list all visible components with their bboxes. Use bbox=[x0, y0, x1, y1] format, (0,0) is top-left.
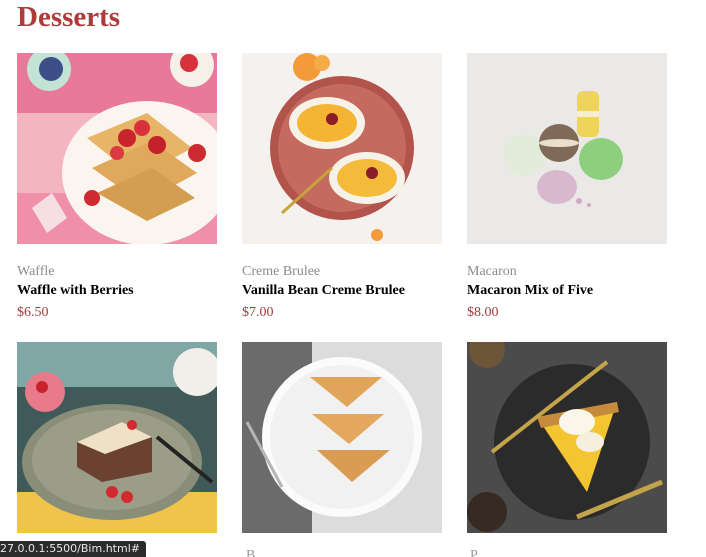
dessert-price: $7.00 bbox=[242, 305, 274, 320]
dessert-grid: Waffle Waffle with Berries $6.50 Creme B… bbox=[17, 53, 677, 553]
dessert-category: Waffle bbox=[17, 264, 55, 279]
dessert-category: Creme Brulee bbox=[242, 264, 321, 279]
dessert-category-cut-pie: P bbox=[470, 548, 478, 557]
dessert-card-baklava[interactable] bbox=[242, 342, 442, 553]
dessert-price: $6.50 bbox=[17, 305, 49, 320]
dessert-name[interactable]: Waffle with Berries bbox=[17, 282, 217, 300]
dessert-card-macaron[interactable]: Macaron Macaron Mix of Five $8.00 bbox=[467, 53, 667, 322]
link-url-tooltip: 27.0.0.1:5500/Bim.html# bbox=[0, 541, 146, 557]
tiramisu-image[interactable] bbox=[17, 342, 217, 533]
macaron-image[interactable] bbox=[467, 53, 667, 244]
dessert-card-pie[interactable] bbox=[467, 342, 667, 553]
dessert-card-creme-brulee[interactable]: Creme Brulee Vanilla Bean Creme Brulee $… bbox=[242, 53, 442, 322]
baklava-image[interactable] bbox=[242, 342, 442, 533]
dessert-page: Desserts Waffle Waffle with Berries $6.5… bbox=[0, 0, 706, 557]
dessert-name[interactable]: Macaron Mix of Five bbox=[467, 282, 667, 300]
dessert-price: $8.00 bbox=[467, 305, 499, 320]
creme-brulee-image[interactable] bbox=[242, 53, 442, 244]
dessert-category: Macaron bbox=[467, 264, 517, 279]
dessert-card-waffle[interactable]: Waffle Waffle with Berries $6.50 bbox=[17, 53, 217, 322]
dessert-name[interactable]: Vanilla Bean Creme Brulee bbox=[242, 282, 442, 300]
dessert-card-tiramisu[interactable] bbox=[17, 342, 217, 553]
waffle-image[interactable] bbox=[17, 53, 217, 244]
dessert-category-cut-baklava: B bbox=[246, 548, 256, 557]
pie-image[interactable] bbox=[467, 342, 667, 533]
page-title: Desserts bbox=[17, 1, 121, 33]
